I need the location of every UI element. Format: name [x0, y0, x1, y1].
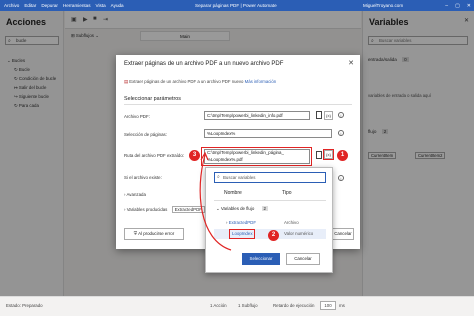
advanced-label: Avanzada [126, 192, 146, 197]
info-icon[interactable]: i [338, 175, 344, 181]
on-error-button[interactable]: ⛨ Al producirse error [124, 228, 184, 240]
close-icon[interactable]: ✕ [467, 3, 471, 9]
status-delay-unit: ms [339, 303, 345, 308]
info-icon[interactable]: i [338, 112, 344, 118]
pdf-file-input[interactable]: C:\tmp\Temp\powerbi_linkedin_info.pdf [204, 111, 310, 120]
extracted-path-label: Ruta del archivo PDF extraído: [124, 153, 185, 158]
status-delay-label: Retardo de ejecución [273, 303, 315, 308]
advanced-toggle[interactable]: › Avanzada [124, 192, 146, 197]
pages-input[interactable]: %LoopIndex% [204, 129, 332, 138]
menu-editar[interactable]: Editar [24, 3, 36, 8]
menu-depurar[interactable]: Depurar [41, 3, 58, 8]
more-info-link[interactable]: Más información [245, 79, 277, 84]
variable-type: Archivo [284, 220, 299, 225]
variable-type: Valor numérico [284, 231, 314, 236]
maximize-icon[interactable]: ▢ [455, 3, 460, 9]
drag-arrow [199, 151, 232, 251]
window-title: Separar páginas PDF | Power Automate [195, 3, 277, 8]
arrow-path [199, 154, 232, 251]
menu-ayuda[interactable]: Ayuda [111, 3, 124, 8]
callout-3: 3 [189, 150, 200, 161]
window-controls: – ▢ ✕ [445, 0, 471, 11]
dialog-title: Extraer páginas de un archivo PDF a un n… [124, 61, 284, 67]
dialog-description: ▤ Extraer páginas de un archivo PDF a un… [124, 79, 276, 85]
variable-row-selected[interactable]: LoopIndex [232, 231, 253, 236]
file-picker-icon[interactable] [316, 111, 322, 119]
menu-archivo[interactable]: Archivo [4, 3, 19, 8]
on-error-label: Al producirse error [138, 231, 175, 236]
exists-label: Si el archivo existe: [124, 175, 162, 180]
user-account[interactable]: MiguelTroyano.com [363, 0, 403, 11]
status-subflows: 1 Subflujo [238, 303, 258, 308]
callout-1: 1 [337, 150, 348, 161]
delay-input[interactable]: 100 [320, 301, 336, 310]
pages-label: Selección de páginas: [124, 132, 167, 137]
menu-herramientas[interactable]: Herramientas [63, 3, 91, 8]
group-count-badge: 2 [261, 206, 268, 211]
status-actions: 1 Acción [210, 303, 227, 308]
cancel-button[interactable]: Cancelar [332, 228, 354, 240]
produced-vars-toggle[interactable]: › Variables producidas ExtractedPDF [124, 206, 205, 213]
close-icon[interactable]: ✕ [348, 59, 354, 67]
picker-cancel-button[interactable]: Cancelar [286, 253, 320, 265]
status-bar: Estado: Preparado 1 Acción 1 Subflujo Re… [0, 296, 474, 316]
minimize-icon[interactable]: – [445, 3, 448, 9]
description-text: Extraer páginas de un archivo PDF a un a… [129, 79, 244, 84]
variable-picker-button[interactable]: {x} [324, 111, 333, 120]
variable-picker-button[interactable]: {x} [324, 150, 333, 159]
info-icon[interactable]: i [338, 130, 344, 136]
produced-vars-label: Variables producidas [126, 207, 168, 212]
callout-2: 2 [268, 230, 279, 241]
select-button[interactable]: Seleccionar [242, 253, 280, 265]
col-type-header: Tipo [282, 190, 292, 196]
section-title: Seleccionar parámetros [124, 96, 181, 102]
file-picker-icon[interactable] [316, 151, 322, 159]
status-state: Estado: Preparado [6, 303, 43, 308]
menu-bar: Archivo Editar Depurar Herramientas Vist… [4, 0, 124, 11]
pdf-file-label: Archivo PDF: [124, 114, 150, 119]
title-bar: Archivo Editar Depurar Herramientas Vist… [0, 0, 474, 11]
menu-vista[interactable]: Vista [96, 3, 106, 8]
divider [124, 104, 352, 105]
